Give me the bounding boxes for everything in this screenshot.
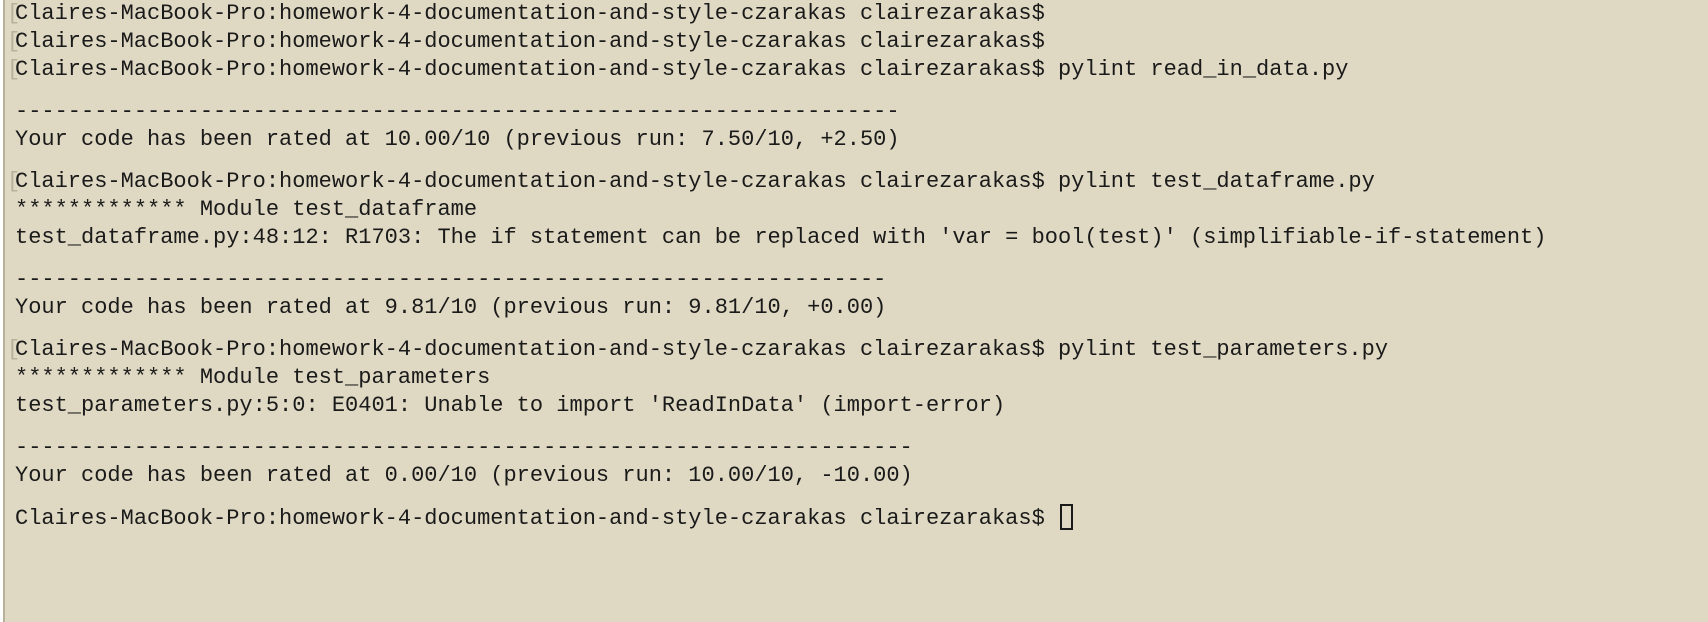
prompt-line: [Claires-MacBook-Pro:homework-4-document…	[7, 28, 1708, 56]
prompt-line: [Claires-MacBook-Pro:homework-4-document…	[7, 56, 1708, 84]
output-line: Your code has been rated at 0.00/10 (pre…	[15, 462, 1708, 490]
command-text	[1045, 506, 1058, 531]
output-line: ************* Module test_parameters	[15, 364, 1708, 392]
prompt-line: [Claires-MacBook-Pro:homework-4-document…	[7, 168, 1708, 196]
command-text: pylint test_dataframe.py	[1044, 169, 1375, 194]
output-line: Your code has been rated at 10.00/10 (pr…	[15, 126, 1708, 154]
shell-prompt: Claires-MacBook-Pro:homework-4-documenta…	[15, 506, 1045, 531]
output-text: Your code has been rated at 10.00/10 (pr…	[15, 127, 900, 152]
output-text: ----------------------------------------…	[15, 99, 900, 124]
output-line: ----------------------------------------…	[15, 266, 1708, 294]
prompt-line: [Claires-MacBook-Pro:homework-4-document…	[7, 336, 1708, 364]
output-text: ************* Module test_dataframe	[15, 197, 478, 222]
output-line: ----------------------------------------…	[15, 98, 1708, 126]
shell-prompt: Claires-MacBook-Pro:homework-4-documenta…	[15, 57, 1045, 82]
prompt-line: Claires-MacBook-Pro:homework-4-documenta…	[15, 504, 1708, 532]
output-text: ************* Module test_parameters	[15, 365, 491, 390]
text-cursor[interactable]	[1059, 504, 1073, 530]
output-line: ----------------------------------------…	[15, 434, 1708, 462]
shell-prompt: Claires-MacBook-Pro:homework-4-documenta…	[15, 1, 1045, 26]
output-line: test_parameters.py:5:0: E0401: Unable to…	[15, 392, 1708, 420]
prompt-line: [Claires-MacBook-Pro:homework-4-document…	[7, 0, 1708, 28]
line-mark-bracket: [	[7, 57, 21, 82]
output-text: ----------------------------------------…	[15, 435, 913, 460]
output-text: Your code has been rated at 9.81/10 (pre…	[15, 295, 887, 320]
output-text: ----------------------------------------…	[15, 267, 887, 292]
output-line: Your code has been rated at 9.81/10 (pre…	[15, 294, 1708, 322]
terminal-output[interactable]: [Claires-MacBook-Pro:homework-4-document…	[7, 0, 1708, 622]
output-text: Your code has been rated at 0.00/10 (pre…	[15, 463, 913, 488]
shell-prompt: Claires-MacBook-Pro:homework-4-documenta…	[15, 337, 1045, 362]
output-text: test_dataframe.py:48:12: R1703: The if s…	[15, 225, 1547, 250]
command-text: pylint read_in_data.py	[1044, 57, 1349, 82]
line-mark-bracket: [	[7, 29, 21, 54]
shell-prompt: Claires-MacBook-Pro:homework-4-documenta…	[15, 169, 1045, 194]
output-line: ************* Module test_dataframe	[15, 196, 1708, 224]
command-text: pylint test_parameters.py	[1044, 337, 1389, 362]
shell-prompt: Claires-MacBook-Pro:homework-4-documenta…	[15, 29, 1045, 54]
terminal-window[interactable]: [Claires-MacBook-Pro:homework-4-document…	[3, 0, 1708, 622]
output-line: test_dataframe.py:48:12: R1703: The if s…	[15, 224, 1708, 252]
line-mark-bracket: [	[7, 169, 21, 194]
line-mark-bracket: [	[7, 1, 21, 26]
line-mark-bracket: [	[7, 337, 21, 362]
output-text: test_parameters.py:5:0: E0401: Unable to…	[15, 393, 1006, 418]
